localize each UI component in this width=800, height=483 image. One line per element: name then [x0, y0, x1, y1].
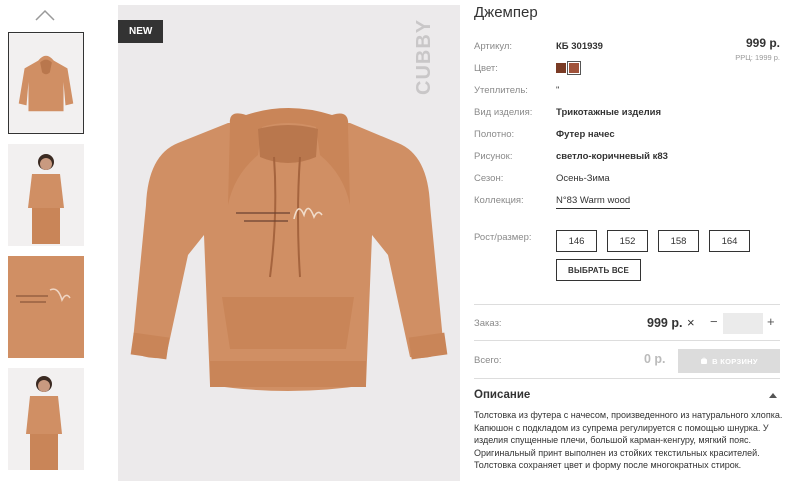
- thumbnail-list: [8, 32, 84, 480]
- size-option-164[interactable]: 164: [709, 230, 750, 252]
- divider: [474, 378, 780, 379]
- prop-value: светло-коричневый к83: [556, 151, 668, 162]
- size-label: Рост/размер:: [474, 232, 532, 243]
- color-swatch-brown[interactable]: [556, 63, 566, 73]
- description-toggle[interactable]: Описание: [474, 389, 780, 405]
- add-to-cart-button[interactable]: В КОРЗИНУ: [678, 349, 780, 373]
- order-row: Заказ: 999 р. × − +: [474, 313, 780, 335]
- prop-value: ": [556, 85, 560, 96]
- prop-value: Футер начес: [556, 129, 615, 140]
- prop-product-type: Вид изделия: Трикотажные изделия: [474, 104, 784, 126]
- description-text: Толстовка из футера с начесом, произведе…: [474, 410, 783, 470]
- add-to-cart-label: В КОРЗИНУ: [712, 356, 758, 366]
- hoodie-illustration: [130, 108, 448, 391]
- order-price: 999 р.: [647, 316, 683, 330]
- select-all-sizes-button[interactable]: ВЫБРАТЬ ВСЕ: [556, 259, 641, 281]
- total-label: Всего:: [474, 355, 502, 366]
- prop-pattern: Рисунок: светло-коричневый к83: [474, 148, 784, 170]
- prop-article: Артикул: КБ 301939: [474, 38, 784, 60]
- caret-up-icon: [769, 393, 777, 398]
- size-options: 146 152 158 164: [556, 230, 750, 252]
- product-main-image[interactable]: NEW CUBBY: [118, 5, 460, 481]
- thumbnails-up-arrow-icon[interactable]: [34, 8, 56, 22]
- quantity-input[interactable]: [723, 313, 763, 334]
- thumbnail-model-pose[interactable]: [8, 368, 84, 470]
- prop-label: Утеплитель:: [474, 85, 528, 96]
- size-option-146[interactable]: 146: [556, 230, 597, 252]
- thumbnail-print-detail[interactable]: [8, 256, 84, 358]
- prop-insulation: Утеплитель: ": [474, 82, 784, 104]
- size-option-158[interactable]: 158: [658, 230, 699, 252]
- prop-fabric: Полотно: Футер начес: [474, 126, 784, 148]
- prop-label: Полотно:: [474, 129, 515, 140]
- thumbnail-model-front[interactable]: [8, 144, 84, 246]
- cart-icon: [701, 357, 708, 364]
- prop-season: Сезон: Осень-Зима: [474, 170, 784, 192]
- order-label: Заказ:: [474, 318, 502, 329]
- total-row: Всего: 0 р. В КОРЗИНУ: [474, 349, 780, 373]
- prop-label: Рисунок:: [474, 151, 513, 162]
- brand-logo-vertical: CUBBY: [413, 19, 434, 95]
- product-title: Джемпер: [474, 4, 538, 21]
- quantity-minus-button[interactable]: −: [710, 314, 718, 329]
- prop-label: Артикул:: [474, 41, 513, 52]
- divider: [474, 304, 780, 305]
- new-badge: NEW: [118, 20, 164, 43]
- thumbnail-hoodie-front[interactable]: [8, 32, 84, 134]
- prop-value: Осень-Зима: [556, 173, 610, 184]
- color-swatches: [556, 61, 581, 75]
- prop-label: Вид изделия:: [474, 107, 533, 118]
- prop-label: Цвет:: [474, 63, 498, 74]
- divider: [474, 340, 780, 341]
- description-title: Описание: [474, 389, 531, 401]
- prop-value: Трикотажные изделия: [556, 107, 662, 118]
- collection-link[interactable]: N°83 Warm wood: [556, 195, 631, 209]
- prop-value: КБ 301939: [556, 41, 603, 52]
- prop-color: Цвет:: [474, 60, 784, 82]
- svg-text:CUBBY: CUBBY: [413, 19, 434, 95]
- remove-order-icon[interactable]: ×: [687, 315, 695, 330]
- color-swatch-light-brown[interactable]: [567, 61, 581, 75]
- size-option-152[interactable]: 152: [607, 230, 648, 252]
- product-properties: Артикул: КБ 301939 Цвет: Утеплитель: " В…: [474, 38, 784, 214]
- prop-label: Коллекция:: [474, 195, 524, 206]
- prop-label: Сезон:: [474, 173, 504, 184]
- prop-collection: Коллекция: N°83 Warm wood: [474, 192, 784, 214]
- quantity-plus-button[interactable]: +: [767, 314, 775, 329]
- total-value: 0 р.: [644, 352, 666, 366]
